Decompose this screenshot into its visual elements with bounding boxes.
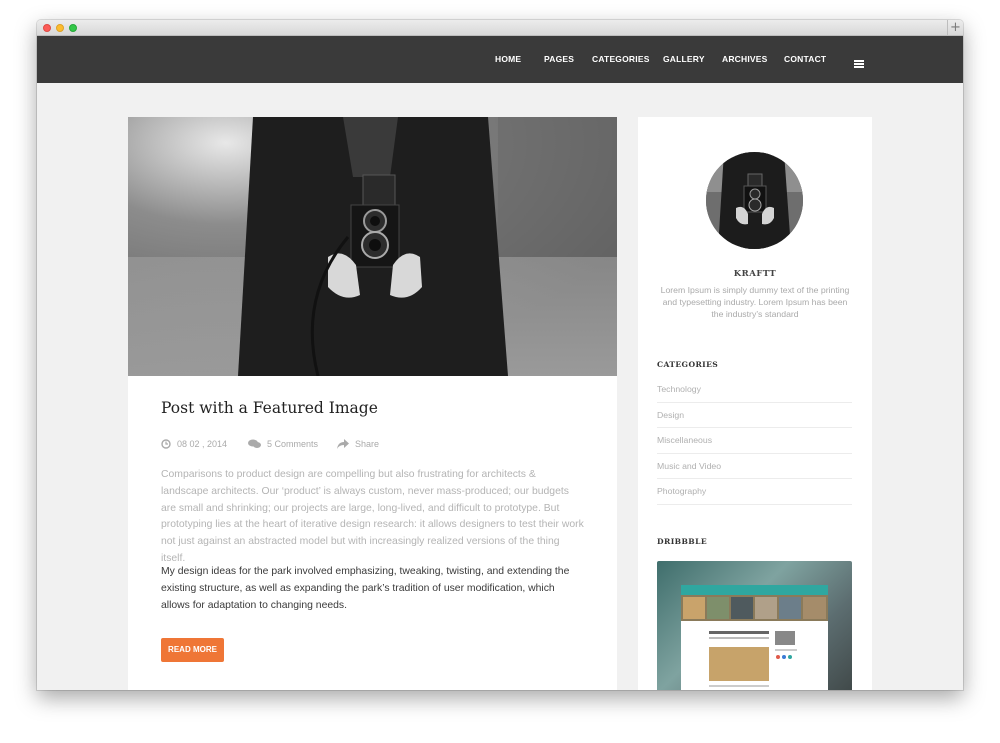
author-name: KRAFTT	[733, 269, 777, 279]
nav-item-archives[interactable]: ARCHIVES	[722, 36, 768, 83]
nav-item-contact[interactable]: CONTACT	[784, 36, 826, 83]
minimize-window-button[interactable]	[56, 24, 64, 32]
dribbble-widget-title: DRIBBBLE	[657, 537, 708, 546]
author-photo	[706, 152, 803, 249]
post-title[interactable]: Post with a Featured Image	[161, 399, 378, 417]
hamburger-icon[interactable]	[854, 60, 864, 68]
website-mockup-image	[681, 585, 828, 690]
top-navigation-bar: HOME PAGES CATEGORIES GALLERY ARCHIVES C…	[37, 36, 963, 83]
maximize-window-button[interactable]	[69, 24, 77, 32]
category-link-photography[interactable]: Photography	[657, 479, 852, 505]
dribbble-shot-thumbnail[interactable]	[657, 561, 852, 690]
post-share-text[interactable]: Share	[355, 439, 379, 449]
window-titlebar: +	[37, 20, 963, 36]
post-comments[interactable]: 5 Comments	[248, 437, 318, 451]
author-bio: Lorem Ipsum is simply dummy text of the …	[660, 285, 850, 319]
categories-list: Technology Design Miscellaneous Music an…	[657, 377, 852, 505]
browser-window: + HOME PAGES CATEGORIES GALLERY ARCHIVES…	[37, 20, 963, 690]
post-excerpt: Comparisons to product design are compel…	[161, 469, 584, 564]
post-date: 08 02 , 2014	[161, 437, 227, 451]
blog-post-card: Post with a Featured Image 08 02 , 2014 …	[128, 117, 617, 690]
plus-icon[interactable]: +	[947, 20, 963, 36]
avatar	[706, 152, 803, 249]
sidebar: KRAFTT Lorem Ipsum is simply dummy text …	[638, 117, 872, 690]
post-comments-text[interactable]: 5 Comments	[267, 439, 318, 449]
featured-image[interactable]	[128, 117, 617, 376]
read-more-button[interactable]: READ MORE	[161, 638, 224, 662]
nav-item-pages[interactable]: PAGES	[544, 36, 574, 83]
share-icon	[337, 439, 349, 449]
nav-item-gallery[interactable]: GALLERY	[663, 36, 705, 83]
camera-photo-image	[128, 117, 617, 376]
category-link-design[interactable]: Design	[657, 403, 852, 428]
category-link-technology[interactable]: Technology	[657, 377, 852, 403]
clock-icon	[161, 439, 171, 449]
post-share[interactable]: Share	[337, 437, 379, 451]
category-link-music-and-video[interactable]: Music and Video	[657, 454, 852, 479]
comments-icon	[248, 439, 261, 448]
post-date-text: 08 02 , 2014	[177, 439, 228, 449]
categories-widget-title: CATEGORIES	[657, 360, 719, 369]
close-window-button[interactable]	[43, 24, 51, 32]
post-body: My design ideas for the park involved em…	[161, 566, 570, 611]
nav-item-home[interactable]: HOME	[495, 36, 521, 83]
category-link-miscellaneous[interactable]: Miscellaneous	[657, 428, 852, 454]
nav-item-categories[interactable]: CATEGORIES	[592, 36, 650, 83]
